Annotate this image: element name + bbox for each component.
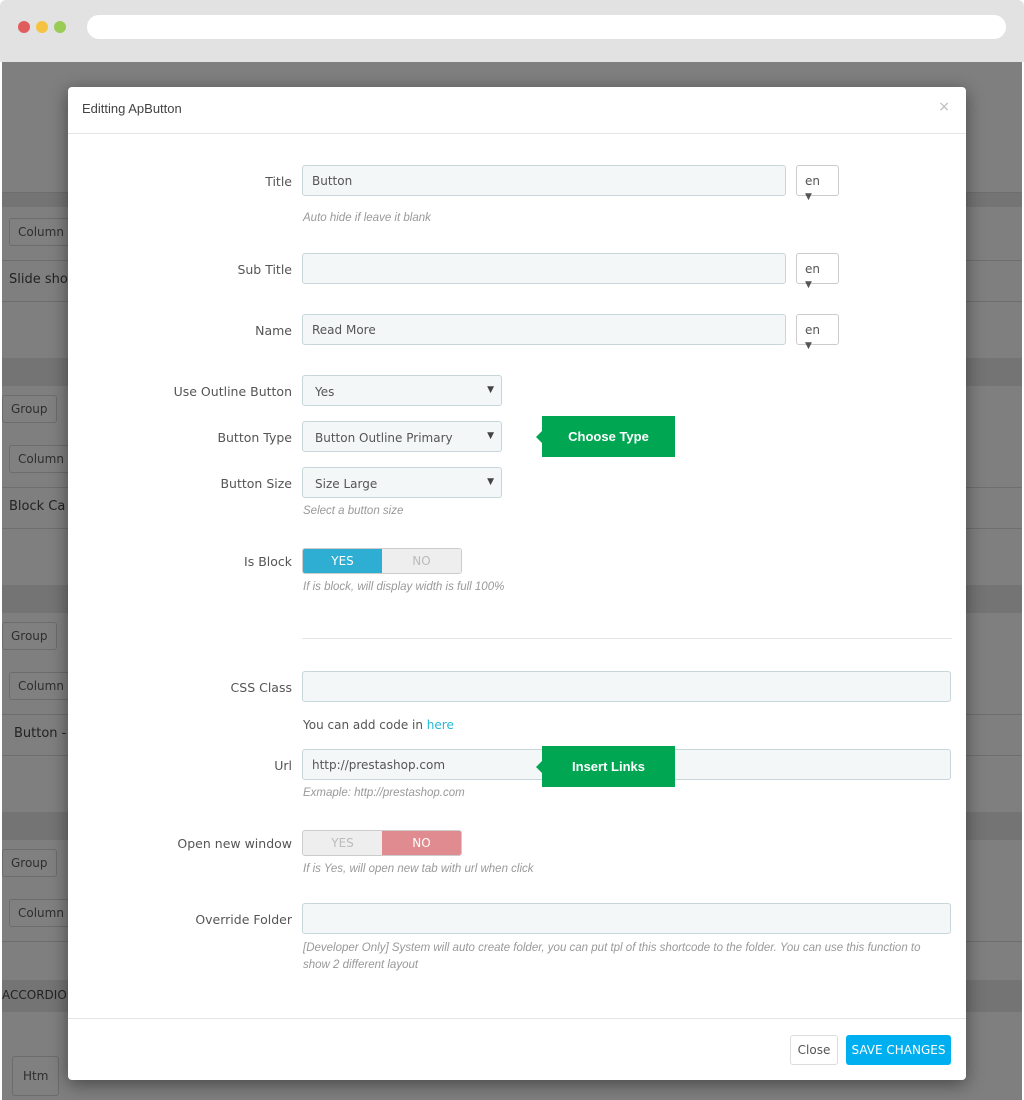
toggle-yes[interactable]: YES: [303, 549, 382, 573]
name-label: Name: [255, 323, 292, 338]
use-outline-label: Use Outline Button: [173, 384, 292, 399]
select-value: Yes: [315, 385, 335, 399]
toggle-no[interactable]: NO: [382, 831, 461, 855]
caret-down-icon: ▼: [805, 192, 812, 202]
css-class-input[interactable]: [302, 671, 951, 702]
maximize-window-dot[interactable]: [54, 21, 66, 33]
lang-label: en: [805, 262, 820, 276]
caret-down-icon: ▼: [805, 280, 812, 290]
address-bar[interactable]: [87, 15, 1006, 39]
bg-column-button[interactable]: Column: [9, 672, 73, 700]
css-class-help: You can add code in here: [303, 718, 454, 732]
lang-label: en: [805, 174, 820, 188]
open-new-window-toggle[interactable]: YES NO: [302, 830, 462, 856]
close-icon[interactable]: ×: [938, 99, 950, 115]
button-size-label: Button Size: [220, 476, 292, 491]
bg-accordion-label: ACCORDION: [2, 988, 76, 1002]
here-link[interactable]: here: [427, 718, 454, 732]
button-size-help: Select a button size: [303, 505, 404, 517]
button-type-select[interactable]: Button Outline Primary ▼: [302, 421, 502, 452]
is-block-toggle[interactable]: YES NO: [302, 548, 462, 574]
bg-column-button[interactable]: Column: [9, 899, 73, 927]
title-input[interactable]: Button: [302, 165, 786, 196]
select-value: Button Outline Primary: [315, 431, 453, 445]
override-folder-help: [Developer Only] System will auto create…: [303, 942, 921, 971]
minimize-window-dot[interactable]: [36, 21, 48, 33]
title-lang-dropdown[interactable]: en ▼: [796, 165, 839, 202]
open-new-window-label: Open new window: [177, 836, 292, 851]
edit-apbutton-modal: Editting ApButton × Title Button en ▼ Au…: [68, 87, 966, 1080]
name-input[interactable]: Read More: [302, 314, 786, 345]
bg-item-label: Block Ca: [9, 499, 66, 514]
select-value: Size Large: [315, 477, 378, 491]
bg-column-button[interactable]: Column: [9, 445, 73, 473]
insert-links-callout: Insert Links: [536, 746, 675, 787]
name-lang-dropdown[interactable]: en ▼: [796, 314, 839, 351]
sub-title-input[interactable]: [302, 253, 786, 284]
lang-label: en: [805, 323, 820, 337]
browser-chrome: [0, 0, 1024, 62]
override-folder-input[interactable]: [302, 903, 951, 934]
section-divider: [302, 638, 952, 639]
choose-type-callout: Choose Type: [536, 416, 675, 457]
open-new-window-help: If is Yes, will open new tab with url wh…: [303, 863, 534, 875]
is-block-help: If is block, will display width is full …: [303, 581, 505, 593]
url-label: Url: [274, 758, 292, 773]
sub-title-lang-dropdown[interactable]: en ▼: [796, 253, 839, 290]
bg-group-button[interactable]: Group: [2, 395, 57, 423]
button-size-select[interactable]: Size Large ▼: [302, 467, 502, 498]
use-outline-select[interactable]: Yes ▼: [302, 375, 502, 406]
modal-title: Editting ApButton: [82, 101, 182, 116]
help-text: You can add code in: [303, 718, 427, 732]
css-class-label: CSS Class: [230, 680, 292, 695]
modal-header: Editting ApButton ×: [68, 87, 966, 134]
title-help: Auto hide if leave it blank: [303, 212, 431, 224]
close-window-dot[interactable]: [18, 21, 30, 33]
is-block-label: Is Block: [244, 554, 292, 569]
bg-item-label: Slide sho: [9, 272, 68, 287]
caret-down-icon: ▼: [487, 477, 494, 487]
save-changes-button[interactable]: SAVE CHANGES: [846, 1035, 951, 1065]
bg-html-block[interactable]: Htm: [12, 1056, 60, 1096]
caret-down-icon: ▼: [805, 341, 812, 351]
caret-down-icon: ▼: [487, 385, 494, 395]
button-type-label: Button Type: [217, 430, 292, 445]
override-folder-label: Override Folder: [195, 912, 292, 927]
bg-group-button[interactable]: Group: [2, 849, 57, 877]
url-help: Exmaple: http://prestashop.com: [303, 787, 465, 799]
bg-group-button[interactable]: Group: [2, 622, 57, 650]
modal-footer: Close SAVE CHANGES: [68, 1018, 966, 1080]
caret-down-icon: ▼: [487, 431, 494, 441]
close-button[interactable]: Close: [790, 1035, 838, 1065]
sub-title-label: Sub Title: [237, 262, 292, 277]
title-label: Title: [265, 174, 292, 189]
bg-item-label: Button -: [14, 726, 67, 741]
toggle-no[interactable]: NO: [382, 549, 461, 573]
bg-column-button[interactable]: Column: [9, 218, 73, 246]
toggle-yes[interactable]: YES: [303, 831, 382, 855]
